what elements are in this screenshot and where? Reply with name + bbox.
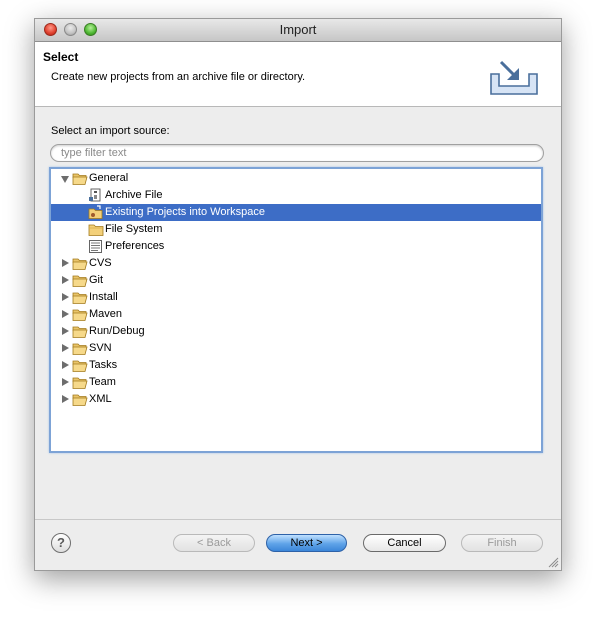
tree-item-run-debug[interactable]: Run/Debug bbox=[51, 323, 541, 340]
tree-item-preferences[interactable]: Preferences bbox=[51, 238, 541, 255]
window-title: Import bbox=[279, 22, 317, 37]
archive-file-icon bbox=[89, 188, 101, 202]
expand-arrow-icon[interactable] bbox=[62, 327, 69, 335]
next-button[interactable]: Next > bbox=[266, 534, 347, 552]
folder-open-icon bbox=[72, 290, 88, 305]
expand-arrow-icon[interactable] bbox=[62, 310, 69, 318]
tree-item-svn[interactable]: SVN bbox=[51, 340, 541, 357]
folder-open-icon bbox=[72, 171, 88, 186]
collapse-arrow-icon[interactable] bbox=[61, 176, 69, 183]
tree-item-xml[interactable]: XML bbox=[51, 391, 541, 408]
wizard-header: Select Create new projects from an archi… bbox=[35, 42, 561, 107]
tree-item-git[interactable]: Git bbox=[51, 272, 541, 289]
folder-open-icon bbox=[72, 307, 88, 322]
folder-open-icon bbox=[72, 392, 88, 407]
folder-open-icon bbox=[72, 256, 88, 271]
back-button[interactable]: < Back bbox=[173, 534, 255, 552]
import-banner-icon bbox=[490, 60, 538, 95]
tree-item-existing-projects[interactable]: Existing Projects into Workspace bbox=[51, 204, 541, 221]
folder-open-icon bbox=[72, 358, 88, 373]
expand-arrow-icon[interactable] bbox=[62, 276, 69, 284]
tree-item-cvs[interactable]: CVS bbox=[51, 255, 541, 272]
expand-arrow-icon[interactable] bbox=[62, 361, 69, 369]
tree-item-archive-file[interactable]: Archive File bbox=[51, 187, 541, 204]
folder-icon bbox=[88, 222, 104, 237]
expand-arrow-icon[interactable] bbox=[62, 293, 69, 301]
title-bar[interactable]: Import bbox=[35, 19, 561, 42]
tree-item-file-system[interactable]: File System bbox=[51, 221, 541, 238]
tree-item-tasks[interactable]: Tasks bbox=[51, 357, 541, 374]
expand-arrow-icon[interactable] bbox=[62, 259, 69, 267]
wizard-page-title: Select bbox=[43, 50, 79, 64]
folder-open-icon bbox=[72, 273, 88, 288]
import-dialog: Import Select Create new projects from a… bbox=[34, 18, 562, 571]
wizard-page-description: Create new projects from an archive file… bbox=[51, 71, 306, 83]
finish-button[interactable]: Finish bbox=[461, 534, 543, 552]
resize-grip-icon[interactable] bbox=[548, 557, 559, 568]
expand-arrow-icon[interactable] bbox=[62, 395, 69, 403]
expand-arrow-icon[interactable] bbox=[62, 378, 69, 386]
folder-open-icon bbox=[72, 375, 88, 390]
button-bar-divider bbox=[35, 519, 561, 520]
cancel-button[interactable]: Cancel bbox=[363, 534, 446, 552]
tree-item-team[interactable]: Team bbox=[51, 374, 541, 391]
existing-projects-icon bbox=[88, 205, 103, 219]
preferences-icon bbox=[89, 240, 102, 253]
tree-item-general[interactable]: General bbox=[51, 170, 541, 187]
help-button[interactable]: ? bbox=[51, 533, 71, 553]
tree-item-install[interactable]: Install bbox=[51, 289, 541, 306]
folder-open-icon bbox=[72, 341, 88, 356]
folder-open-icon bbox=[72, 324, 88, 339]
import-source-label: Select an import source: bbox=[51, 125, 170, 137]
filter-input[interactable] bbox=[50, 144, 544, 162]
import-source-tree[interactable]: General Archive File Existing Projects i… bbox=[49, 167, 543, 453]
tree-item-maven[interactable]: Maven bbox=[51, 306, 541, 323]
expand-arrow-icon[interactable] bbox=[62, 344, 69, 352]
